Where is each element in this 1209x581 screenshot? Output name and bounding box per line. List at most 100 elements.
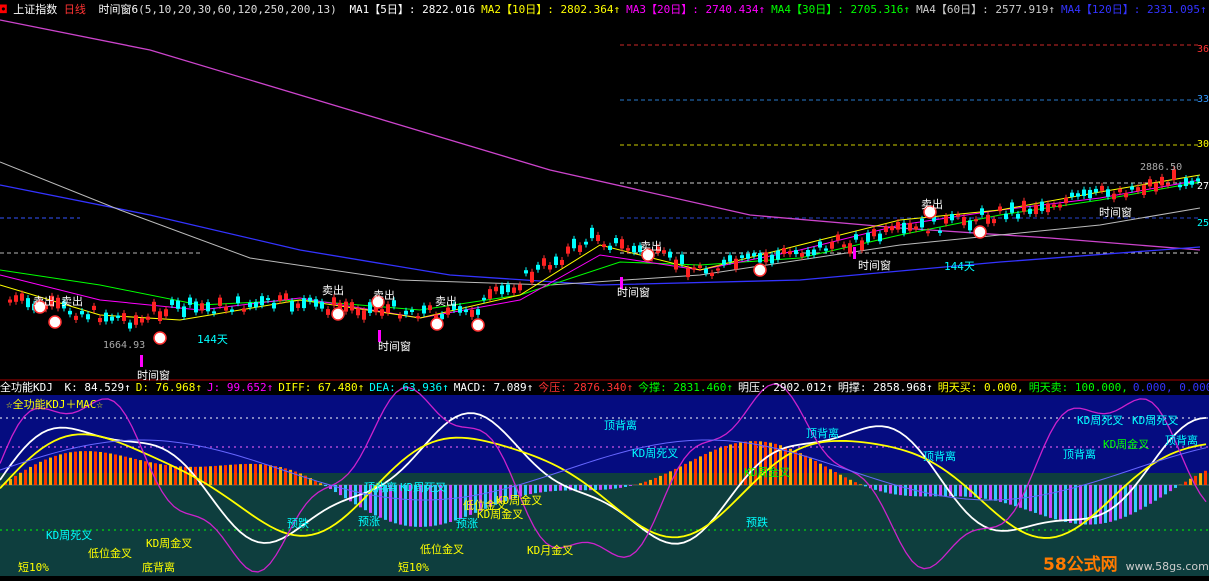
candle-body [860, 240, 864, 251]
macd-bar [219, 465, 222, 485]
macd-bar [34, 464, 37, 485]
time-marker [853, 247, 856, 259]
macd-bar [1094, 485, 1097, 525]
candle-body [674, 259, 678, 270]
macd-bar [324, 485, 327, 487]
macd-bar [874, 485, 877, 490]
candle-body [914, 226, 918, 230]
top-div-label: 顶背离 [1063, 448, 1096, 461]
signal-marker-icon [430, 317, 444, 331]
macd-bar [644, 481, 647, 485]
kdj-value: 明天买: 0.000, [937, 381, 1024, 394]
candle-body [944, 216, 948, 224]
candle-body [806, 250, 810, 257]
macd-bar [109, 453, 112, 485]
candle-body [1004, 213, 1008, 220]
candle-body [812, 249, 816, 256]
candle-body [1088, 189, 1092, 199]
macd-bar [1109, 485, 1112, 522]
sell-label: 卖出 [61, 295, 83, 308]
candle-body [602, 244, 606, 248]
candle-body [1058, 204, 1062, 208]
macd-bar [1029, 485, 1032, 512]
macd-bar [354, 485, 357, 505]
macd-bar [94, 451, 97, 485]
macd-bar [919, 485, 922, 497]
candle-body [200, 303, 204, 311]
top-div-label: 顶背离 [604, 419, 637, 432]
days-144-label: 144天 [197, 333, 228, 346]
macd-bar [859, 484, 862, 485]
macd-bar [64, 453, 67, 485]
macd-bar [724, 445, 727, 485]
macd-bar [989, 485, 992, 500]
macd-bar [1004, 485, 1007, 504]
macd-bar [734, 443, 737, 485]
candle-body [194, 301, 198, 313]
macd-bar [344, 485, 347, 499]
candle-body [488, 289, 492, 299]
macd-bar [44, 459, 47, 485]
macd-bar [239, 464, 242, 485]
candle-body [698, 265, 702, 269]
macd-bar [684, 463, 687, 485]
candle-body [608, 245, 612, 250]
candle-body [152, 301, 156, 312]
macd-bar [959, 485, 962, 497]
macd-bar [864, 485, 867, 487]
period-label[interactable]: 日线 [64, 3, 86, 16]
macd-bar [1164, 485, 1167, 495]
candle-body [14, 295, 18, 302]
macd-bar [709, 451, 712, 485]
macd-bar [659, 475, 662, 485]
macd-bar [264, 464, 267, 485]
kd-month-golden-label: KD月金叉 [527, 544, 574, 557]
macd-bar [694, 458, 697, 485]
candle-body [398, 315, 402, 319]
macd-bar [29, 466, 32, 485]
candle-body [938, 230, 942, 233]
ma-item: MA1【5日】: 2822.016 [349, 3, 476, 16]
candle-body [164, 309, 168, 317]
candle-body [1040, 201, 1044, 211]
candle-body [290, 301, 294, 312]
macd-bar [719, 447, 722, 485]
macd-bar [879, 485, 882, 492]
candle-body [746, 253, 750, 259]
ma-30-line [0, 181, 1201, 311]
indicator-name[interactable]: 时间窗6 [99, 3, 139, 16]
bottom-div-label: 底背离 [142, 561, 175, 574]
macd-bar [884, 485, 887, 493]
macd-bar [809, 458, 812, 485]
candle-body [122, 313, 126, 321]
time-window-label: 时间窗 [1099, 206, 1132, 219]
candle-body [1064, 197, 1068, 204]
candle-body [680, 254, 684, 265]
indicator-params: (5,10,20,30,60,120,250,200,13) [138, 3, 337, 16]
candle-body [1016, 213, 1020, 219]
macd-bar [169, 465, 172, 485]
candle-body [1022, 200, 1026, 212]
candle-body [236, 296, 240, 304]
macd-bar [794, 450, 797, 485]
candle-body [1166, 183, 1170, 186]
candle-body [596, 234, 600, 241]
candle-body [728, 255, 732, 262]
kdj-title[interactable]: 全功能KDJ [0, 381, 53, 394]
macd-bar [954, 485, 957, 497]
ma-item: MA4【60日】: 2577.919↑ [916, 3, 1056, 16]
index-name[interactable]: 上证指数 [13, 3, 57, 16]
candle-body [776, 250, 780, 260]
candle-body [920, 218, 924, 228]
macd-bar [59, 454, 62, 485]
candle-body [512, 287, 516, 293]
sell-label: 卖出 [322, 284, 344, 297]
candle-body [1118, 188, 1122, 193]
sell-label: 卖出 [435, 295, 457, 308]
macd-bar [649, 479, 652, 485]
macd-bar [339, 485, 342, 496]
kdj-value: 明天卖: 100.000, [1028, 381, 1128, 394]
macd-bar [144, 461, 147, 485]
kdj-header: 全功能KDJ K: 84.529↑ D: 76.968↑ J: 99.652↑ DIF… [0, 381, 1209, 395]
candle-body [992, 219, 996, 224]
